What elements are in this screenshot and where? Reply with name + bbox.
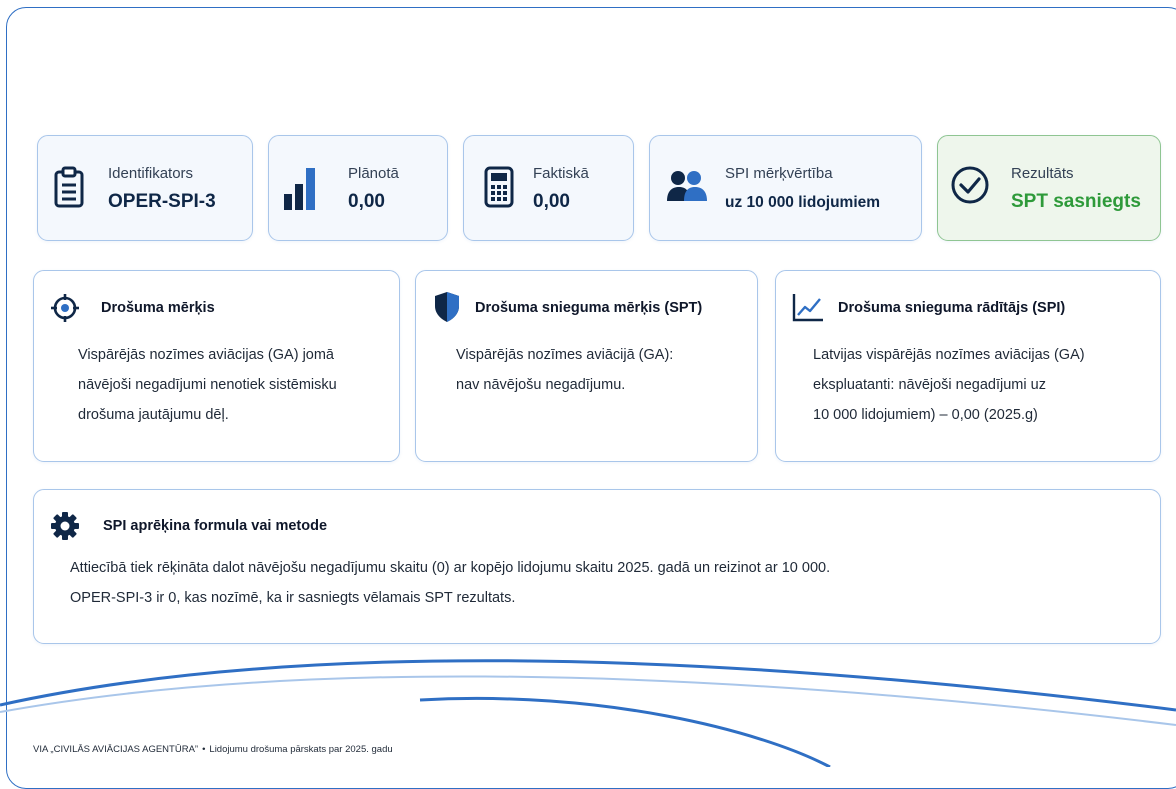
decorative-wave (0, 659, 1176, 767)
footer-doc: Lidojumu drošuma pārskats par 2025. gadu (209, 744, 393, 755)
footer-separator: • (202, 744, 206, 755)
footer-org: VIA „CIVILĀS AVIĀCIJAS AGENTŪRA” (33, 744, 199, 755)
footer: VIA „CIVILĀS AVIĀCIJAS AGENTŪRA” • Lidojum… (33, 744, 393, 755)
